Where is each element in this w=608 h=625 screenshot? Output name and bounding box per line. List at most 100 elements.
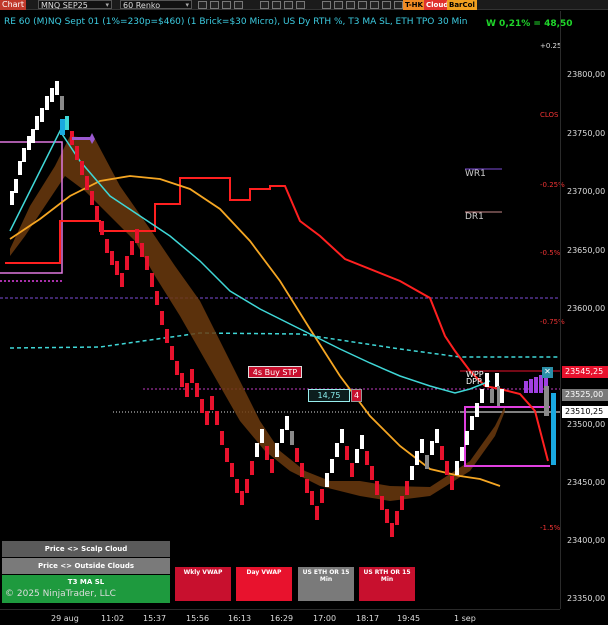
us-rth-or-button[interactable]: US RTH OR 15 Min	[359, 567, 415, 601]
renko-brick	[150, 273, 154, 287]
current-price-tag: 23510,25	[562, 406, 608, 418]
renko-brick	[190, 369, 194, 383]
price-tick: 23800,00	[567, 70, 606, 79]
toolbar-icon[interactable]	[284, 1, 293, 9]
renko-brick	[470, 416, 474, 430]
chart-menu-button[interactable]: Chart	[0, 0, 26, 10]
renko-brick	[145, 256, 149, 270]
outside-clouds-row[interactable]: Price <> Outside Clouds	[2, 558, 170, 574]
us-eth-or-button[interactable]: US ETH OR 15 Min	[298, 567, 354, 601]
renko-brick	[175, 361, 179, 375]
renko-brick	[165, 329, 169, 343]
buy-stop-order-button[interactable]: 4s Buy STP	[248, 366, 302, 378]
order-price-field[interactable]: 14,75	[308, 389, 350, 402]
renko-brick	[490, 389, 494, 403]
toolbar-icon[interactable]	[296, 1, 305, 9]
toolbar-icon[interactable]	[198, 1, 207, 9]
renko-brick	[405, 481, 409, 495]
time-axis[interactable]: 29 aug 11:02 15:37 15:56 16:13 16:29 17:…	[0, 609, 560, 625]
time-tick: 29 aug	[51, 614, 79, 623]
dashed-average-line	[9, 332, 560, 358]
renko-brick	[185, 383, 189, 397]
renko-brick	[90, 191, 94, 205]
renko-brick	[465, 431, 469, 445]
close-icon[interactable]: ✕	[542, 367, 553, 378]
renko-brick	[335, 443, 339, 457]
renko-brick	[18, 161, 22, 175]
renko-brick	[210, 396, 214, 410]
weekly-vwap-button[interactable]: Wkly VWAP	[175, 567, 231, 601]
renko-brick	[300, 463, 304, 477]
time-tick: 1 sep	[454, 614, 476, 623]
renko-brick	[275, 443, 279, 457]
toolbar-icon[interactable]	[260, 1, 269, 9]
price-tick: 23350,00	[567, 594, 606, 603]
renko-brick	[295, 448, 299, 462]
time-tick: 11:02	[101, 614, 125, 623]
renko-brick	[410, 466, 414, 480]
renko-brick	[240, 491, 244, 505]
price-tick: 23500,00	[567, 420, 606, 429]
profile-bar	[524, 381, 528, 393]
toolbar-icon[interactable]	[358, 1, 367, 9]
renko-brick	[270, 459, 274, 473]
time-tick: 17:00	[313, 614, 337, 623]
renko-brick	[265, 446, 269, 460]
toolbar-icon[interactable]	[394, 1, 403, 9]
renko-brick	[415, 451, 419, 465]
toolbar-icon[interactable]	[334, 1, 343, 9]
instrument-selector[interactable]: MNQ SEP25 ▾	[38, 0, 112, 10]
toolbar-icon[interactable]	[322, 1, 331, 9]
toolbar-icon[interactable]	[210, 1, 219, 9]
moving-average-curve	[9, 175, 501, 487]
renko-brick	[85, 176, 89, 190]
renko-brick	[280, 429, 284, 443]
renko-brick	[500, 389, 504, 403]
renko-brick	[140, 243, 144, 257]
toolbar-icon[interactable]	[370, 1, 379, 9]
renko-brick	[245, 479, 249, 493]
renko-brick	[45, 96, 49, 110]
renko-brick	[355, 449, 359, 463]
renko-brick	[10, 191, 14, 205]
renko-brick	[205, 411, 209, 425]
price-chart[interactable]	[0, 11, 560, 609]
price-tick: 23400,00	[567, 536, 606, 545]
renko-brick	[310, 491, 314, 505]
renko-brick	[110, 251, 114, 265]
scalp-cloud-row[interactable]: Price <> Scalp Cloud	[2, 541, 170, 557]
renko-brick	[105, 239, 109, 253]
time-tick: 19:45	[397, 614, 421, 623]
renko-brick	[350, 463, 354, 477]
toolbar-icon[interactable]	[222, 1, 231, 9]
renko-brick	[380, 496, 384, 510]
toolbar-icon[interactable]	[272, 1, 281, 9]
renko-brick	[485, 373, 489, 387]
order-quantity-button[interactable]: 4	[351, 389, 362, 402]
toolbar-icon[interactable]	[234, 1, 243, 9]
renko-brick	[235, 479, 239, 493]
chart-title: RE 60 (M)NQ Sept 01 (1%=230p=$460) (1 Br…	[4, 17, 468, 27]
toggle-t-hk[interactable]: T-HK	[403, 0, 425, 10]
pct-level-label: CLOS	[540, 111, 559, 119]
renko-brick	[40, 108, 44, 122]
renko-brick	[60, 96, 64, 110]
renko-brick	[365, 451, 369, 465]
toolbar-icon[interactable]	[346, 1, 355, 9]
period-selector[interactable]: 60 Renko ▾	[120, 0, 192, 10]
position-bar	[544, 386, 549, 416]
dr1-label: DR1	[465, 212, 484, 222]
time-tick: 15:37	[143, 614, 167, 623]
price-tick: 23750,00	[567, 129, 606, 138]
day-vwap-button[interactable]: Day VWAP	[236, 567, 292, 601]
last-price-tag: 23545,25	[562, 366, 608, 378]
renko-brick	[65, 116, 69, 130]
renko-brick	[440, 446, 444, 460]
toolbar-icon[interactable]	[382, 1, 391, 9]
renko-brick	[170, 346, 174, 360]
wr1-label: WR1	[465, 169, 486, 179]
price-tick: 23700,00	[567, 187, 606, 196]
price-axis[interactable]: 23800,00 23750,00 23700,00 23650,00 2360…	[560, 11, 608, 609]
toggle-barcol[interactable]: BarCol	[447, 0, 477, 10]
renko-brick	[160, 311, 164, 325]
